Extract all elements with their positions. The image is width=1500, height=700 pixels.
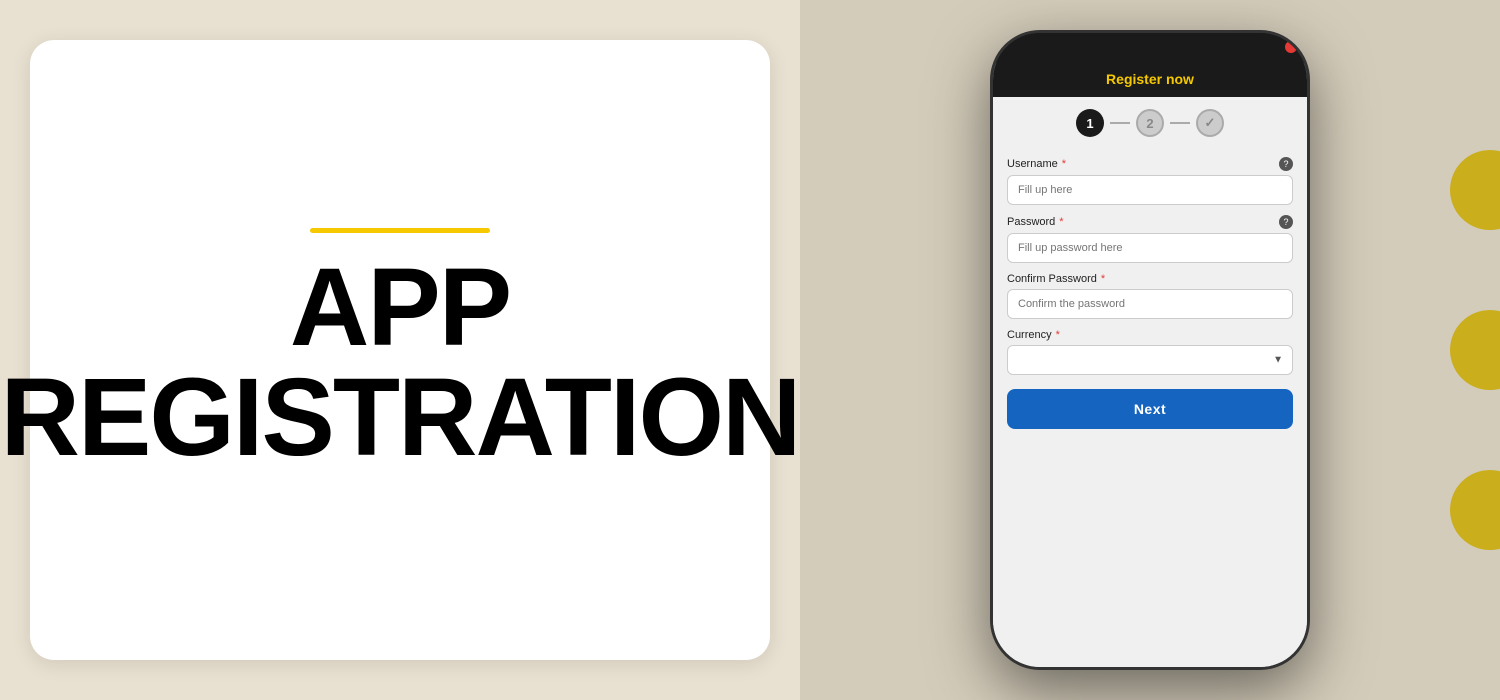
confirm-password-input[interactable] [1007,289,1293,319]
currency-required: * [1056,329,1060,341]
username-group: Username * ? [1007,157,1293,205]
confirm-required: * [1101,273,1105,285]
right-panel: Register now 1 2 ✓ [800,0,1500,700]
password-label: Password * ? [1007,215,1293,229]
step-line-1 [1110,122,1130,124]
currency-label: Currency * [1007,329,1293,341]
step-indicator: 1 2 ✓ [993,97,1307,149]
step-1: 1 [1076,109,1104,137]
yellow-accent-line [310,228,490,233]
phone-mockup: Register now 1 2 ✓ [990,30,1310,670]
gold-circle-bot [1450,470,1500,550]
username-required: * [1062,158,1066,170]
password-help-icon[interactable]: ? [1279,215,1293,229]
currency-group: Currency * ▼ [1007,329,1293,375]
left-panel: APP REGISTRATION [0,0,800,700]
username-input[interactable] [1007,175,1293,205]
step-2: 2 [1136,109,1164,137]
screen-title: Register now [993,71,1307,87]
confirm-password-group: Confirm Password * [1007,273,1293,319]
phone-notch [1090,33,1210,61]
password-required: * [1059,216,1063,228]
form-area: Username * ? Password * ? [993,149,1307,667]
confirm-password-label: Confirm Password * [1007,273,1293,285]
screen-header: Register now [993,63,1307,97]
step-line-2 [1170,122,1190,124]
gold-circle-top [1450,150,1500,230]
username-help-icon[interactable]: ? [1279,157,1293,171]
password-group: Password * ? [1007,215,1293,263]
currency-select[interactable] [1007,345,1293,375]
gold-circle-mid [1450,310,1500,390]
phone-screen: Register now 1 2 ✓ [993,63,1307,667]
currency-select-wrapper: ▼ [1007,345,1293,375]
step-3: ✓ [1196,109,1224,137]
username-label: Username * ? [1007,157,1293,171]
white-card: APP REGISTRATION [30,40,770,660]
password-input[interactable] [1007,233,1293,263]
next-button[interactable]: Next [1007,389,1293,429]
record-dot [1285,41,1297,53]
app-title: APP REGISTRATION [1,253,800,473]
